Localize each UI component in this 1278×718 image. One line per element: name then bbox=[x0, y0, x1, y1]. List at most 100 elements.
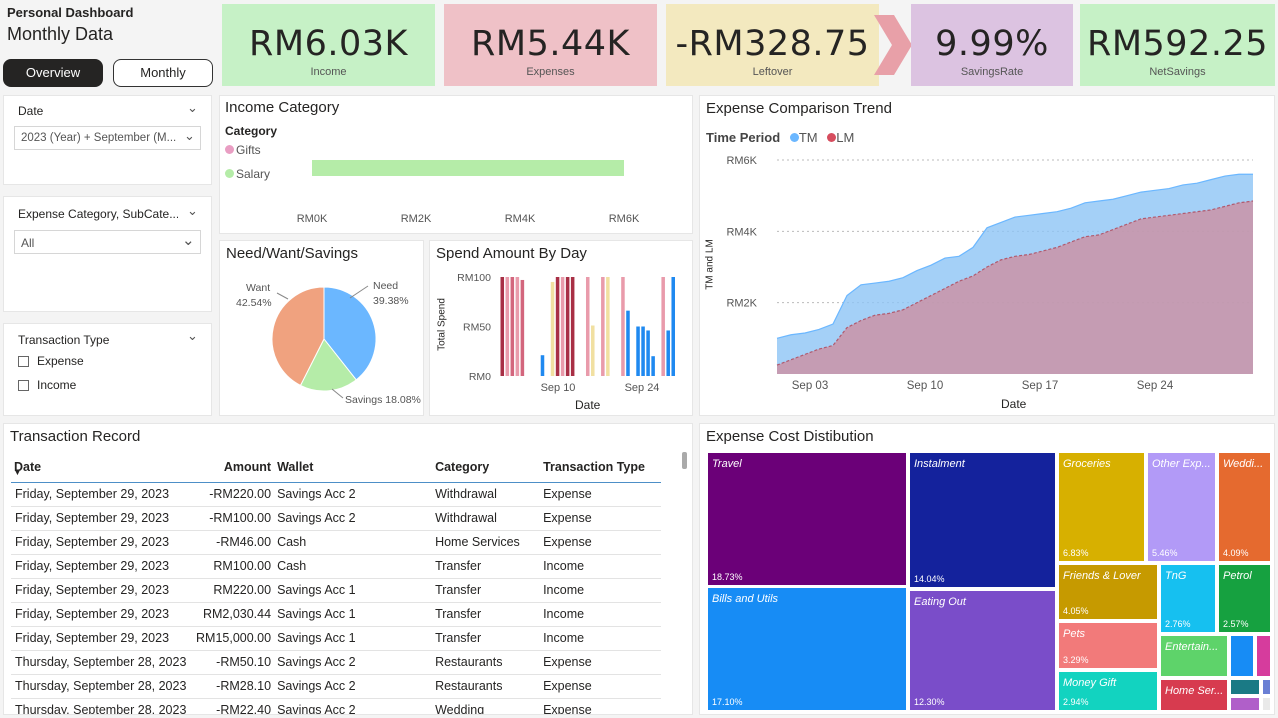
treemap-cell[interactable]: Friends & Lover 4.05% bbox=[1058, 564, 1158, 620]
treemap-cell[interactable]: Instalment 14.04% bbox=[909, 452, 1056, 588]
checkbox-icon[interactable] bbox=[18, 380, 29, 392]
transaction-table: Date ▼ Amount Wallet Category Transaction… bbox=[11, 452, 661, 714]
day-bar bbox=[671, 277, 675, 376]
treemap-cell-label: Groceries bbox=[1063, 458, 1111, 470]
date-dropdown[interactable]: 2023 (Year) + September (M... bbox=[14, 126, 201, 150]
leader-line bbox=[276, 292, 289, 300]
monthly-button[interactable]: Monthly bbox=[113, 59, 213, 87]
sort-desc-icon[interactable]: ▼ bbox=[14, 470, 21, 477]
day-bar bbox=[651, 356, 655, 376]
treemap-cell[interactable]: Bills and Utils 17.10% bbox=[707, 587, 907, 711]
income-checkbox[interactable]: Income bbox=[18, 378, 76, 392]
date-slicer: Date ⌄ 2023 (Year) + September (M... ⌄ bbox=[3, 95, 212, 185]
expense-checkbox[interactable]: Expense bbox=[18, 354, 84, 368]
treemap-cell[interactable] bbox=[1256, 635, 1271, 677]
treemap-cell[interactable]: Home Ser... bbox=[1160, 679, 1228, 711]
dashboard-subtitle: Monthly Data bbox=[7, 24, 114, 44]
table-cell: Expense bbox=[543, 650, 661, 675]
x-tick-label: RM4K bbox=[505, 213, 536, 225]
table-cell: Friday, September 29, 2023 bbox=[11, 530, 196, 555]
table-cell: -RM220.00 bbox=[196, 482, 278, 507]
income-category-card: Income Category Category Gifts Salary RM… bbox=[219, 95, 693, 234]
table-row[interactable]: Friday, September 29, 2023 -RM220.00 Savin… bbox=[11, 482, 661, 507]
table-cell: Friday, September 29, 2023 bbox=[11, 626, 196, 651]
table-cell: Savings Acc 2 bbox=[277, 482, 436, 507]
day-bar bbox=[636, 326, 640, 376]
table-row[interactable]: Friday, September 29, 2023 RM15,000.00 Sav… bbox=[11, 626, 661, 651]
table-cell: -RM22.40 bbox=[196, 698, 278, 714]
table-cell: Expense bbox=[543, 506, 661, 531]
table-header: Date ▼ Amount Wallet Category Transaction… bbox=[11, 452, 661, 482]
treemap-cell-label: TnG bbox=[1165, 570, 1187, 582]
table-row[interactable]: Thursday, September 28, 2023 -RM50.10 Savi… bbox=[11, 650, 661, 675]
x-tick-label: RM0K bbox=[297, 213, 328, 225]
treemap-cell[interactable]: Petrol 2.57% bbox=[1218, 564, 1271, 633]
kpi-savingsrate-label: SavingsRate bbox=[960, 66, 1024, 78]
col-category[interactable]: Category bbox=[435, 452, 543, 482]
table-cell: Savings Acc 2 bbox=[277, 698, 436, 714]
col-amount[interactable]: Amount bbox=[196, 452, 277, 482]
chevron-down-icon[interactable]: ⌄ bbox=[184, 128, 195, 144]
y-tick-label: RM50 bbox=[463, 322, 491, 334]
income-bar-chart: RM0K RM2K RM4K RM6K bbox=[297, 160, 640, 225]
col-date[interactable]: Date ▼ bbox=[11, 452, 196, 482]
chevron-down-icon[interactable]: ⌄ bbox=[187, 100, 198, 116]
table-row[interactable]: Friday, September 29, 2023 -RM46.00 Cash Ho… bbox=[11, 530, 661, 555]
y-tick-label: RM100 bbox=[457, 272, 491, 284]
trend-card: Expense Comparison Trend Time Period TM … bbox=[699, 95, 1275, 416]
treemap-cell-pct: 5.46% bbox=[1152, 548, 1178, 558]
table-row[interactable]: Friday, September 29, 2023 RM220.00 Saving… bbox=[11, 578, 661, 603]
day-bar bbox=[626, 310, 630, 376]
day-bar bbox=[540, 355, 545, 376]
treemap-cell[interactable]: Travel 18.73% bbox=[707, 452, 907, 586]
table-cell: RM2,030.44 bbox=[196, 602, 278, 627]
checkbox-icon[interactable] bbox=[18, 356, 29, 368]
table-row[interactable]: Friday, September 29, 2023 -RM100.00 Savin… bbox=[11, 506, 661, 531]
table-cell: RM220.00 bbox=[196, 578, 278, 603]
chevron-down-icon[interactable]: ⌄ bbox=[187, 203, 198, 219]
table-row[interactable]: Thursday, September 28, 2023 -RM22.40 Savi… bbox=[11, 698, 661, 714]
treemap-cell[interactable] bbox=[1262, 697, 1271, 711]
table-row[interactable]: Friday, September 29, 2023 RM2,030.44 Savi… bbox=[11, 602, 661, 627]
chevron-down-icon[interactable]: ⌄ bbox=[187, 328, 198, 344]
table-cell: Transfer bbox=[435, 578, 544, 603]
treemap-cell[interactable]: Money Gift 2.94% bbox=[1058, 671, 1158, 711]
treemap-cell[interactable]: Pets 3.29% bbox=[1058, 622, 1158, 669]
table-scrollbar[interactable] bbox=[682, 452, 687, 469]
treemap-cell[interactable]: Eating Out 12.30% bbox=[909, 590, 1056, 711]
table-cell: Transfer bbox=[435, 626, 544, 651]
treemap-cell[interactable] bbox=[1230, 679, 1260, 695]
overview-button[interactable]: Overview bbox=[3, 59, 103, 87]
y-tick-label: RM4K bbox=[726, 226, 757, 238]
day-bar bbox=[555, 277, 560, 376]
treemap-cell-label: Friends & Lover bbox=[1063, 570, 1141, 582]
x-tick-label: Sep 24 bbox=[1137, 380, 1174, 392]
table-cell: -RM46.00 bbox=[196, 530, 278, 555]
treemap-cell[interactable] bbox=[1262, 679, 1271, 695]
table-row[interactable]: Friday, September 29, 2023 RM100.00 Cash Tr… bbox=[11, 554, 661, 579]
kpi-income: RM6.03K Income bbox=[222, 4, 435, 86]
treemap-cell[interactable]: Weddi... 4.09% bbox=[1218, 452, 1271, 562]
treemap-cell-label: Entertain... bbox=[1165, 641, 1219, 653]
treemap-cell-pct: 4.05% bbox=[1063, 606, 1089, 616]
treemap-cell[interactable]: Other Exp... 5.46% bbox=[1147, 452, 1216, 562]
col-wallet-label: Wallet bbox=[277, 459, 314, 474]
category-dropdown[interactable]: All bbox=[14, 230, 201, 254]
day-bar bbox=[570, 277, 575, 376]
day-bar bbox=[520, 279, 525, 376]
table-cell: -RM50.10 bbox=[196, 650, 278, 675]
leader-line bbox=[349, 285, 369, 299]
col-wallet[interactable]: Wallet bbox=[277, 452, 435, 482]
col-type[interactable]: Transaction Type bbox=[543, 452, 661, 482]
treemap-cell[interactable]: Entertain... bbox=[1160, 635, 1228, 677]
chevron-down-icon[interactable]: ⌄ bbox=[182, 231, 195, 249]
treemap-cell[interactable] bbox=[1230, 635, 1254, 677]
kpi-netsavings-label: NetSavings bbox=[1149, 66, 1206, 78]
day-bar bbox=[621, 277, 625, 376]
day-bar bbox=[666, 330, 670, 376]
treemap-cell[interactable]: Groceries 6.83% bbox=[1058, 452, 1145, 562]
transaction-card: Transaction Record Date ▼ Amount Wallet C… bbox=[3, 423, 693, 715]
table-row[interactable]: Thursday, September 28, 2023 -RM28.10 Savi… bbox=[11, 674, 661, 699]
treemap-cell[interactable]: TnG 2.76% bbox=[1160, 564, 1216, 633]
treemap-cell[interactable] bbox=[1230, 697, 1260, 711]
